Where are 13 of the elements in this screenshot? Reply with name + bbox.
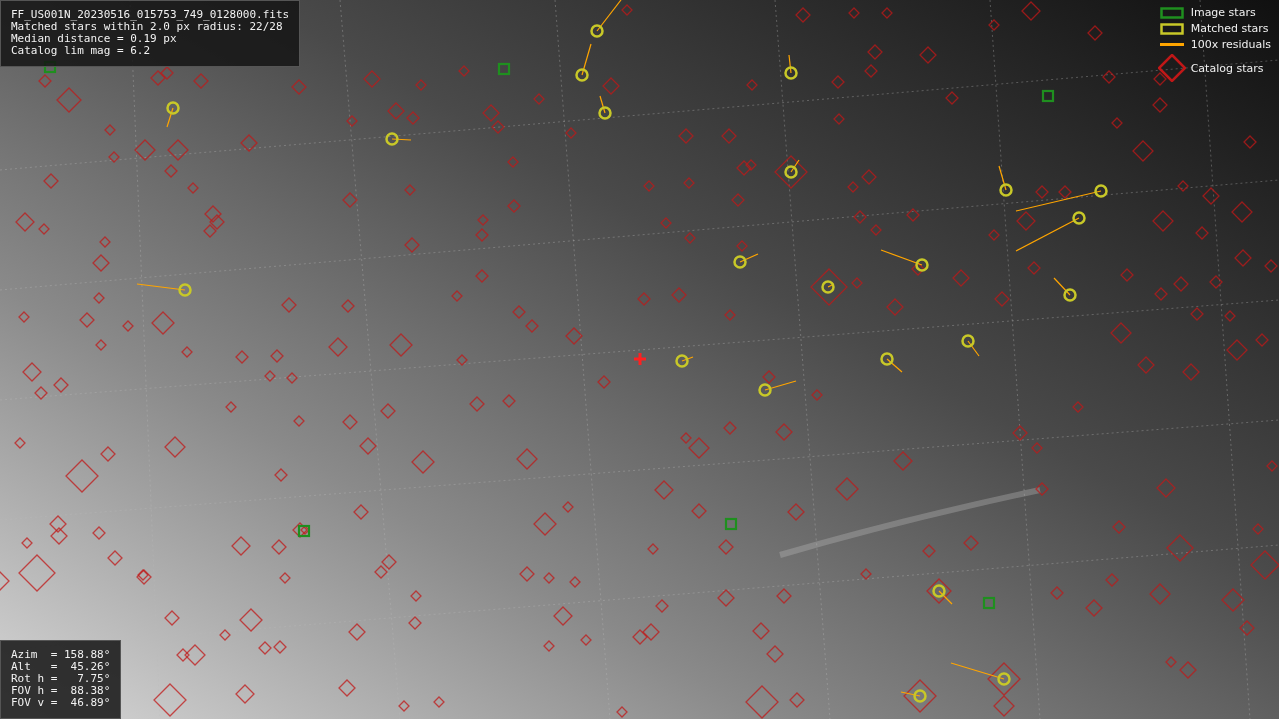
legend-label: Image stars <box>1190 6 1257 19</box>
info-text: Matched stars within 2.0 px radius: 22/28 <box>11 21 283 33</box>
pointing-text: FOV v = 46.89° <box>11 697 111 709</box>
info-text: Catalog lim mag = 6.2 <box>11 45 152 57</box>
legend-label: Catalog stars <box>1190 61 1265 75</box>
pointing-text: Rot h = 7.75° <box>11 673 111 685</box>
pointing-text: Alt = 45.26° <box>11 661 111 673</box>
legend-label: Matched stars <box>1190 22 1270 35</box>
pointing-text: Azim = 158.88° <box>11 649 111 661</box>
info-text: FF_US001N_20230516_015753_749_0128000.fits <box>11 9 290 21</box>
legend-label: 100x residuals <box>1190 38 1271 51</box>
pointing-text: FOV h = 88.38° <box>11 685 111 697</box>
info-text: Median distance = 0.19 px <box>11 33 178 45</box>
